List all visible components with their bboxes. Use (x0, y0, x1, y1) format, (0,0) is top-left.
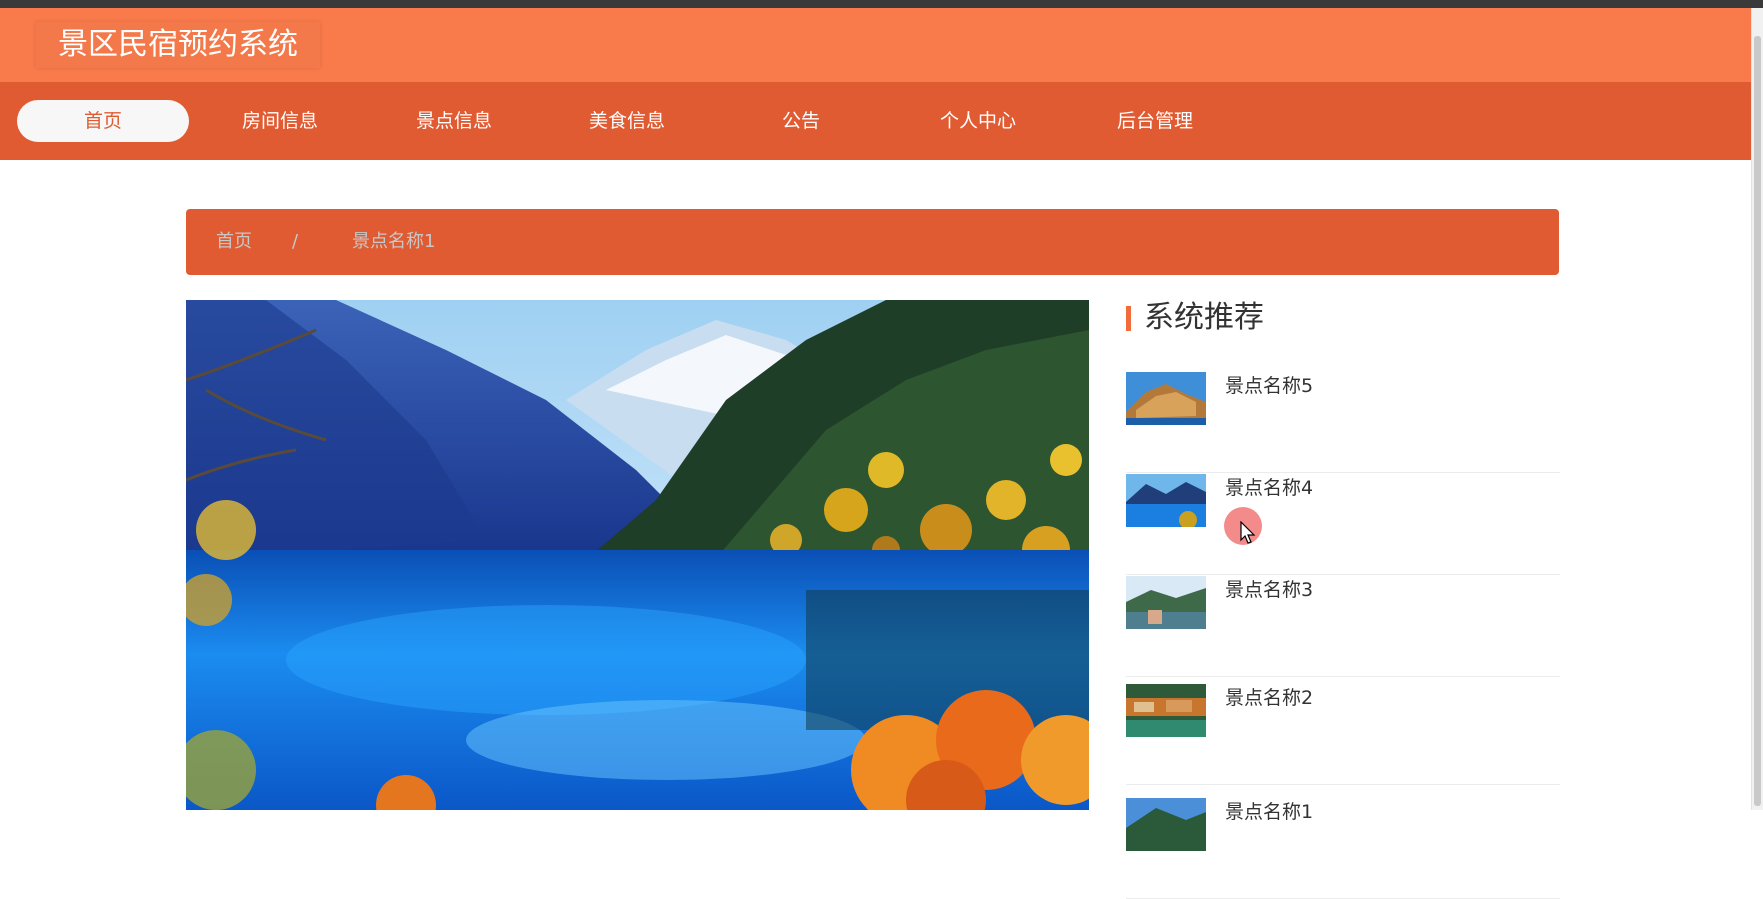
nav-item-attractions[interactable]: 景点信息 (368, 100, 540, 142)
scrollbar-thumb[interactable] (1754, 36, 1761, 806)
breadcrumb: 首页 / 景点名称1 (186, 209, 1559, 275)
recommendation-name[interactable]: 景点名称4 (1225, 474, 1313, 502)
recommendation-sidebar: 系统推荐 景点名称5 景点名称4 景点名称3 景点名称2 景点名称1 (1126, 296, 1560, 899)
site-title: 景区民宿预约系统 (36, 22, 320, 68)
sidebar-title: 系统推荐 (1126, 296, 1560, 340)
recommendation-thumbnail[interactable] (1126, 684, 1206, 737)
nav-item-personal-center[interactable]: 个人中心 (892, 100, 1064, 142)
recommendation-name[interactable]: 景点名称3 (1225, 576, 1313, 604)
recommendation-item[interactable]: 景点名称3 (1126, 576, 1560, 677)
breadcrumb-home-link[interactable]: 首页 (216, 209, 252, 275)
recommendation-name[interactable]: 景点名称5 (1225, 372, 1313, 400)
nav-item-home[interactable]: 首页 (17, 100, 189, 142)
sidebar-title-text: 系统推荐 (1144, 300, 1264, 335)
recommendation-thumbnail[interactable] (1126, 372, 1206, 425)
recommendation-name[interactable]: 景点名称1 (1225, 798, 1313, 826)
recommendation-item[interactable]: 景点名称4 (1126, 474, 1560, 575)
breadcrumb-separator: / (292, 231, 299, 252)
title-accent-bar (1126, 306, 1131, 331)
main-nav: 首页 房间信息 景点信息 美食信息 公告 个人中心 后台管理 (0, 82, 1752, 160)
recommendation-item[interactable]: 景点名称2 (1126, 684, 1560, 785)
nav-item-food[interactable]: 美食信息 (541, 100, 713, 142)
nav-item-announcements[interactable]: 公告 (715, 100, 887, 142)
recommendation-thumbnail[interactable] (1126, 798, 1206, 851)
nav-item-admin[interactable]: 后台管理 (1069, 100, 1241, 142)
recommendation-thumbnail[interactable] (1126, 576, 1206, 629)
page-scrollbar[interactable] (1751, 8, 1763, 810)
nav-item-rooms[interactable]: 房间信息 (194, 100, 366, 142)
recommendation-thumbnail[interactable] (1126, 474, 1206, 527)
recommendation-item[interactable]: 景点名称5 (1126, 372, 1560, 473)
mouse-cursor-icon (1240, 521, 1256, 544)
attraction-main-image (186, 300, 1089, 810)
window-top-strip (0, 0, 1763, 8)
breadcrumb-current: 景点名称1 (352, 231, 436, 252)
recommendation-item[interactable]: 景点名称1 (1126, 798, 1560, 899)
recommendation-name[interactable]: 景点名称2 (1225, 684, 1313, 712)
site-header: 景区民宿预约系统 (0, 8, 1752, 82)
